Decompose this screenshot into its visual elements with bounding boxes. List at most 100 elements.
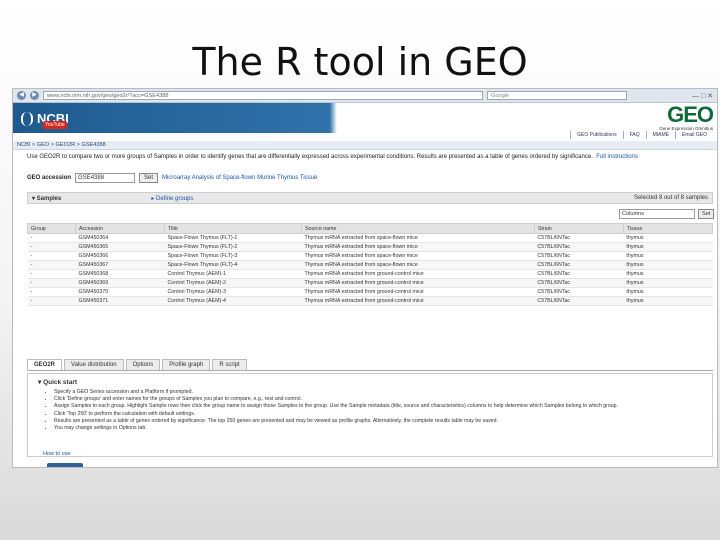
intro-text: Use GEO2R to compare two or more groups …	[27, 153, 713, 161]
table-row[interactable]: - GSM450366 Space-Flown Thymus (FLT)-3 Thym…	[27, 251, 713, 261]
tab-value-distribution[interactable]: Value distribution	[64, 359, 124, 370]
cell-strain: C57BL/6NTac	[534, 287, 624, 297]
cell-source: Thymus mRNA extracted from space-flown m…	[301, 242, 535, 252]
youtube-icon[interactable]: YouTube	[43, 121, 67, 129]
cell-title: Space-Flown Thymus (FLT)-3	[164, 251, 302, 261]
link-geo-publications[interactable]: GEO Publications	[570, 131, 622, 139]
quick-start-panel: ▾ Quick start Specify a GEO Series acces…	[27, 373, 713, 457]
cell-strain: C57BL/6NTac	[534, 260, 624, 270]
table-row[interactable]: - GSM450370 Control Thymus (AEM)-3 Thymus m…	[27, 287, 713, 297]
cell-group: -	[27, 296, 76, 306]
cell-strain: C57BL/6NTac	[534, 242, 624, 252]
tab-bar: GEO2R Value distribution Options Profile…	[27, 359, 713, 371]
quick-start-item: Click 'Top 250' to perform the calculati…	[54, 411, 702, 418]
cell-title: Space-Flown Thymus (FLT)-2	[164, 242, 302, 252]
cell-group: -	[27, 233, 76, 243]
set-accession-button[interactable]: Set	[139, 173, 159, 183]
cell-accession: GSM450369	[75, 278, 165, 288]
quick-start-item: Results are presented as a table of gene…	[54, 418, 702, 425]
cell-accession: GSM450368	[75, 269, 165, 279]
columns-control: Columns Set	[619, 209, 715, 219]
define-groups-link[interactable]: ▸ Define groups	[151, 195, 193, 202]
breadcrumb[interactable]: NCBI > GEO > GEO2R > GSE4388	[13, 141, 717, 150]
selected-count: Selected 8 out of 8 samples	[633, 195, 708, 201]
col-header-title[interactable]: Title	[163, 223, 302, 234]
cell-tissue: thymus	[623, 296, 713, 306]
cell-tissue: thymus	[623, 287, 713, 297]
tab-profile-graph[interactable]: Profile graph	[162, 359, 211, 370]
accession-label: GEO accession	[27, 175, 72, 181]
how-to-use-link[interactable]: How to use	[43, 451, 71, 457]
columns-set-button[interactable]: Set	[698, 209, 715, 219]
geo-logo[interactable]: GEO Gene Expression Omnibus	[659, 104, 714, 132]
cell-group: -	[27, 269, 76, 279]
cell-tissue: thymus	[623, 278, 713, 288]
cell-title: Control Thymus (AEM)-4	[164, 296, 302, 306]
link-miame[interactable]: MIAME	[645, 131, 675, 139]
browser-search-box[interactable]: Google	[487, 91, 627, 100]
cell-source: Thymus mRNA extracted from space-flown m…	[301, 251, 535, 261]
cell-source: Thymus mRNA extracted from ground-contro…	[301, 296, 535, 306]
slide-title: The R tool in GEO	[192, 40, 528, 84]
cell-source: Thymus mRNA extracted from space-flown m…	[301, 233, 535, 243]
quick-start-list: Specify a GEO Series accession and a Pla…	[38, 389, 702, 432]
samples-header-row: Group Accession Title Source name Strain…	[27, 223, 714, 234]
table-row[interactable]: - GSM450365 Space-Flown Thymus (FLT)-2 Thym…	[27, 242, 713, 252]
table-row[interactable]: - GSM450369 Control Thymus (AEM)-2 Thymus m…	[27, 278, 713, 288]
accession-input[interactable]: GSE4388	[75, 173, 136, 183]
table-row[interactable]: - GSM450371 Control Thymus (AEM)-4 Thymus m…	[27, 296, 713, 306]
browser-screenshot: ◀ ▶ www.ncbi.nlm.nih.gov/geo/geo2r/?acc=…	[12, 88, 718, 468]
tab-geo2r[interactable]: GEO2R	[27, 359, 63, 370]
link-faq[interactable]: FAQ	[622, 131, 646, 139]
browser-toolbar: ◀ ▶ www.ncbi.nlm.nih.gov/geo/geo2r/?acc=…	[13, 89, 717, 103]
cell-strain: C57BL/6NTac	[534, 269, 624, 279]
quick-start-item: Assign Samples to each group. Highlight …	[54, 403, 702, 410]
columns-select[interactable]: Columns	[619, 209, 695, 219]
top250-button[interactable]	[47, 463, 83, 467]
col-header-source[interactable]: Source name	[300, 223, 535, 234]
cell-group: -	[27, 251, 76, 261]
table-row[interactable]: - GSM450368 Control Thymus (AEM)-1 Thymus m…	[27, 269, 713, 279]
cell-accession: GSM450371	[75, 296, 165, 306]
link-email-geo[interactable]: Email GEO	[674, 131, 713, 139]
cell-accession: GSM450370	[75, 287, 165, 297]
cell-accession: GSM450367	[75, 260, 165, 270]
cell-accession: GSM450366	[75, 251, 165, 261]
cell-group: -	[27, 287, 76, 297]
samples-toggle[interactable]: ▾ Samples	[32, 195, 61, 202]
full-instructions-link[interactable]: Full instructions	[596, 154, 638, 160]
cell-title: Space-Flown Thymus (FLT)-1	[164, 233, 302, 243]
tab-r-script[interactable]: R script	[212, 359, 247, 370]
samples-bar: ▾ Samples ▸ Define groups Selected 8 out…	[27, 192, 713, 204]
cell-source: Thymus mRNA extracted from ground-contro…	[301, 269, 535, 279]
cell-strain: C57BL/6NTac	[534, 251, 624, 261]
window-controls[interactable]: — □ ✕	[692, 92, 713, 100]
cell-source: Thymus mRNA extracted from ground-contro…	[301, 287, 535, 297]
intro-description: Use GEO2R to compare two or more groups …	[27, 154, 593, 160]
col-header-tissue[interactable]: Tissue	[622, 223, 714, 234]
cell-tissue: thymus	[623, 251, 713, 261]
address-bar[interactable]: www.ncbi.nlm.nih.gov/geo/geo2r/?acc=GSE4…	[43, 91, 483, 100]
tab-options[interactable]: Options	[125, 359, 161, 370]
forward-icon[interactable]: ▶	[30, 91, 39, 100]
quick-start-title[interactable]: ▾ Quick start	[38, 378, 702, 386]
cell-title: Control Thymus (AEM)-1	[164, 269, 302, 279]
cell-group: -	[27, 278, 76, 288]
cell-title: Space-Flown Thymus (FLT)-4	[164, 260, 302, 270]
top-links: GEO Publications FAQ MIAME Email GEO	[570, 131, 713, 139]
back-icon[interactable]: ◀	[17, 91, 26, 100]
cell-tissue: thymus	[623, 269, 713, 279]
cell-title: Control Thymus (AEM)-2	[164, 278, 302, 288]
table-row[interactable]: - GSM450364 Space-Flown Thymus (FLT)-1 Thym…	[27, 233, 713, 243]
samples-table: Group Accession Title Source name Strain…	[27, 223, 714, 306]
col-header-group[interactable]: Group	[27, 223, 76, 234]
ncbi-header: NCBI GEO Gene Expression Omnibus	[13, 103, 717, 133]
cell-group: -	[27, 260, 76, 270]
cell-accession: GSM450365	[75, 242, 165, 252]
cell-strain: C57BL/6NTac	[534, 296, 624, 306]
table-row[interactable]: - GSM450367 Space-Flown Thymus (FLT)-4 Thym…	[27, 260, 713, 270]
col-header-accession[interactable]: Accession	[74, 223, 165, 234]
col-header-strain[interactable]: Strain	[533, 223, 624, 234]
study-title-link[interactable]: Microarray Analysis of Space-flown Murin…	[162, 175, 317, 181]
quick-start-item: You may change settings in Options tab.	[54, 425, 702, 432]
